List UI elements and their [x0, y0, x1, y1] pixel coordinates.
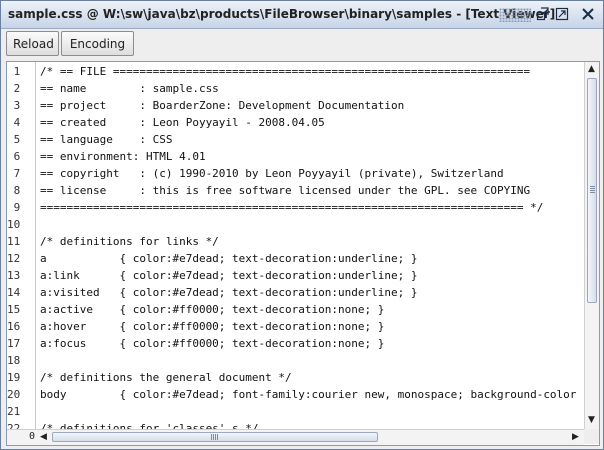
line-number: 18: [7, 354, 21, 367]
close-button[interactable]: [580, 6, 596, 22]
text-line: [38, 352, 576, 369]
text-line: == created : Leon Poyyayil - 2008.04.05: [40, 116, 325, 129]
line-number: 5: [13, 133, 21, 146]
line-number: 8: [13, 184, 21, 197]
text-line: /* definitions the general document */: [40, 371, 292, 384]
maximize-icon: [555, 7, 569, 21]
horizontal-scrollbar[interactable]: 0 ◀ ▶: [7, 429, 584, 445]
text-viewer-area[interactable]: 12345678910111213141516171819202122 /* =…: [6, 61, 600, 446]
encoding-button[interactable]: Encoding ...: [61, 31, 134, 74]
vertical-scrollbar[interactable]: ▲ ▼: [584, 62, 599, 429]
thumb-grip-icon: [211, 434, 219, 440]
line-number: 12: [7, 252, 21, 265]
line-number: 3: [13, 99, 21, 112]
scroll-left-arrow-icon[interactable]: ◀: [40, 432, 47, 442]
line-number: 13: [7, 269, 21, 282]
line-number: 1: [13, 65, 21, 78]
text-line: [38, 216, 576, 233]
text-line: == copyright : (c) 1990-2010 by Leon Poy…: [40, 167, 504, 180]
restore-button[interactable]: [535, 6, 551, 22]
title-bar[interactable]: sample.css @ W:\sw\java\bz\products\File…: [1, 1, 603, 29]
line-number: 9: [13, 201, 21, 214]
line-number: 16: [7, 320, 21, 333]
text-line: a:focus { color:#ff0000; text-decoration…: [40, 337, 385, 350]
scrollbar-corner: [584, 429, 599, 444]
text-line: a { color:#e7dead; text-decoration:under…: [40, 252, 418, 265]
reload-button[interactable]: Reload: [6, 31, 59, 56]
text-line: /* definitions for 'classes' s */: [40, 422, 259, 429]
text-line: == license : this is free software licen…: [40, 184, 531, 197]
line-number: 10: [7, 218, 21, 231]
text-content[interactable]: /* == FILE =============================…: [36, 62, 583, 429]
vertical-scroll-thumb[interactable]: [587, 78, 597, 303]
scroll-right-arrow-icon[interactable]: ▶: [572, 432, 579, 442]
text-line: [38, 403, 576, 420]
text-line: == project : BoarderZone: Development Do…: [40, 99, 405, 112]
line-number: 4: [13, 116, 21, 129]
text-line: == name : sample.css: [40, 82, 219, 95]
column-indicator: 0: [29, 431, 36, 442]
line-number: 17: [7, 337, 21, 350]
line-number: 6: [13, 150, 21, 163]
text-line: ========================================…: [40, 201, 544, 214]
scroll-down-arrow-icon[interactable]: ▼: [588, 415, 595, 425]
line-number: 2: [13, 82, 21, 95]
maximize-button[interactable]: [554, 6, 570, 22]
text-viewer-window: sample.css @ W:\sw\java\bz\products\File…: [0, 0, 604, 450]
line-number: 15: [7, 303, 21, 316]
text-line: == language : CSS: [40, 133, 173, 146]
toolbar: Reload Encoding ...: [1, 29, 603, 74]
line-number: 20: [7, 388, 21, 401]
text-line: a:link { color:#e7dead; text-decoration:…: [40, 269, 418, 282]
line-number: 7: [13, 167, 21, 180]
text-line: == environment: HTML 4.01: [40, 150, 206, 163]
close-icon: [582, 8, 594, 20]
line-number: 21: [7, 405, 21, 418]
text-line: a:active { color:#ff0000; text-decoratio…: [40, 303, 385, 316]
line-number: 14: [7, 286, 21, 299]
text-line: /* definitions for links */: [40, 235, 219, 248]
text-line: a:visited { color:#e7dead; text-decorati…: [40, 286, 418, 299]
restore-icon: [536, 7, 549, 21]
scroll-up-arrow-icon[interactable]: ▲: [588, 64, 595, 74]
text-line: /* == FILE =============================…: [40, 65, 531, 78]
title-bar-grip[interactable]: [499, 8, 531, 22]
window-title: sample.css @ W:\sw\java\bz\products\File…: [8, 7, 556, 21]
text-line: body { color:#e7dead; font-family:courie…: [40, 388, 577, 401]
line-number: 19: [7, 371, 21, 384]
thumb-grip-icon: [590, 186, 595, 194]
line-number-gutter: 12345678910111213141516171819202122: [7, 62, 36, 435]
line-number: 11: [7, 235, 21, 248]
horizontal-scroll-thumb[interactable]: [52, 432, 378, 442]
text-line: a:hover { color:#ff0000; text-decoration…: [40, 320, 385, 333]
